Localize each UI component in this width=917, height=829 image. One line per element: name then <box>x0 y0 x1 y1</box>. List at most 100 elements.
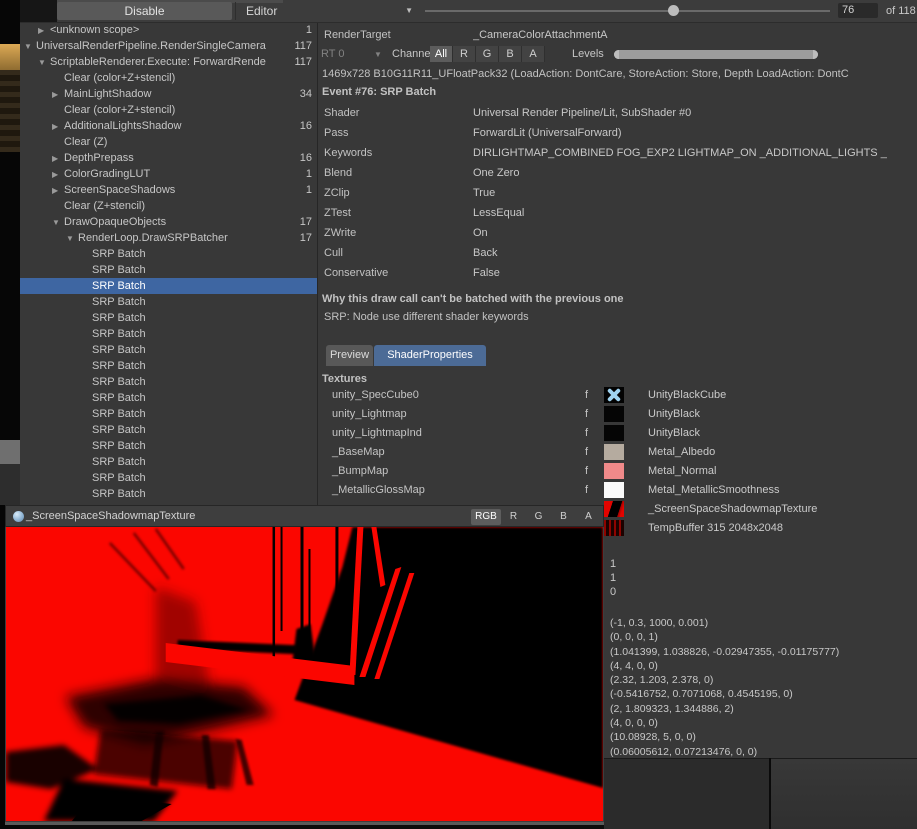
expand-arrow-icon[interactable]: ▶ <box>52 186 64 195</box>
srp-batch-row[interactable]: SRP Batch <box>20 326 317 342</box>
channel-a-button[interactable]: A <box>522 46 545 62</box>
texture-row[interactable]: _BaseMapfMetal_Albedo <box>318 443 917 462</box>
channel-b-button[interactable]: B <box>499 46 522 62</box>
texture-thumbnail[interactable] <box>604 520 624 536</box>
srp-batch-row[interactable]: SRP Batch <box>20 470 317 486</box>
preview-channel-a-button[interactable]: A <box>580 509 597 525</box>
event-slider-thumb[interactable] <box>668 5 679 16</box>
property-value: ForwardLit (UniversalForward) <box>473 123 917 143</box>
texture-thumbnail[interactable] <box>604 463 624 479</box>
texture-preview-window: _ScreenSpaceShadowmapTexture RGB R G B A <box>5 505 604 825</box>
tree-item-label: SRP Batch <box>92 312 284 324</box>
tree-row[interactable]: ▼DrawOpaqueObjects17 <box>20 214 317 230</box>
target-selector-dropdown[interactable]: Editor ▼ <box>235 2 421 20</box>
event-slider[interactable] <box>425 0 830 22</box>
tree-row[interactable]: ▶AdditionalLightsShadow16 <box>20 118 317 134</box>
channel-r-button[interactable]: R <box>453 46 476 62</box>
srp-batch-row[interactable]: SRP Batch <box>20 262 317 278</box>
textures-header: Textures <box>318 372 917 387</box>
preview-channel-g-button[interactable]: G <box>530 509 547 525</box>
levels-max-handle[interactable] <box>813 50 818 59</box>
srp-batch-row[interactable]: SRP Batch <box>20 294 317 310</box>
collapse-arrow-icon[interactable]: ▼ <box>24 42 36 51</box>
expand-arrow-icon[interactable]: ▶ <box>38 26 50 35</box>
srp-batch-row[interactable]: SRP Batch <box>20 422 317 438</box>
vector-value: (0.06005612, 0.07213476, 0, 0) <box>610 745 839 759</box>
texture-row[interactable]: unity_SpecCube0fUnityBlackCube <box>318 386 917 405</box>
texture-thumbnail[interactable] <box>604 444 624 460</box>
tab-shader-properties[interactable]: ShaderProperties <box>374 345 486 366</box>
expand-arrow-icon[interactable]: ▶ <box>52 170 64 179</box>
event-slider-track[interactable] <box>425 10 830 12</box>
tree-item-label: SRP Batch <box>92 296 284 308</box>
texture-row[interactable]: unity_LightmapfUnityBlack <box>318 405 917 424</box>
tree-row[interactable]: ▼RenderLoop.DrawSRPBatcher17 <box>20 230 317 246</box>
tree-item-label: SRP Batch <box>92 344 284 356</box>
vector-value: (-1, 0.3, 1000, 0.001) <box>610 616 839 630</box>
render-target-label: RenderTarget <box>324 28 391 43</box>
texture-row[interactable]: unity_LightmapIndfUnityBlack <box>318 424 917 443</box>
levels-range-slider[interactable] <box>614 50 818 59</box>
disable-button[interactable]: Disable <box>57 2 232 20</box>
shader-property-row: ZWriteOn <box>318 223 917 243</box>
tree-item-label: SRP Batch <box>92 440 284 452</box>
tree-row[interactable]: ▶MainLightShadow34 <box>20 86 317 102</box>
shadowmap-preview-image[interactable] <box>6 527 603 821</box>
event-number-input[interactable]: 76 <box>838 3 878 18</box>
texture-thumbnail[interactable] <box>604 501 624 517</box>
rt-index-dropdown[interactable]: RT 0 <box>321 46 344 63</box>
tree-row[interactable]: ▼UniversalRenderPipeline.RenderSingleCam… <box>20 38 317 54</box>
expand-arrow-icon[interactable]: ▶ <box>52 90 64 99</box>
srp-batch-row[interactable]: SRP Batch <box>20 438 317 454</box>
tree-row[interactable]: ▶ScreenSpaceShadows1 <box>20 182 317 198</box>
tree-row[interactable]: Clear (Z) <box>20 134 317 150</box>
tree-row[interactable]: Clear (Z+stencil) <box>20 198 317 214</box>
expand-arrow-icon[interactable]: ▶ <box>52 122 64 131</box>
tree-item-label: SRP Batch <box>92 280 284 292</box>
texture-row[interactable]: _BumpMapfMetal_Normal <box>318 462 917 481</box>
tree-row[interactable]: Clear (color+Z+stencil) <box>20 102 317 118</box>
tab-preview[interactable]: Preview <box>326 345 373 366</box>
preview-title-bar[interactable]: _ScreenSpaceShadowmapTexture RGB R G B A <box>5 505 604 527</box>
srp-batch-row[interactable]: SRP Batch <box>20 342 317 358</box>
srp-batch-row[interactable]: SRP Batch <box>20 278 317 294</box>
texture-thumbnail[interactable] <box>604 406 624 422</box>
tree-item-label: SRP Batch <box>92 472 284 484</box>
tree-row[interactable]: ▶ColorGradingLUT1 <box>20 166 317 182</box>
texture-thumbnail[interactable] <box>604 425 624 441</box>
levels-min-handle[interactable] <box>614 50 619 59</box>
texture-thumbnail[interactable] <box>604 482 624 498</box>
property-label: Blend <box>324 163 352 183</box>
collapse-arrow-icon[interactable]: ▼ <box>38 58 50 67</box>
channel-g-button[interactable]: G <box>476 46 499 62</box>
srp-batch-row[interactable]: SRP Batch <box>20 310 317 326</box>
tree-row[interactable]: ▼ScriptableRenderer.Execute: ForwardRend… <box>20 54 317 70</box>
tree-row[interactable]: ▶DepthPrepass16 <box>20 150 317 166</box>
preview-channel-r-button[interactable]: R <box>505 509 522 525</box>
texture-property-name: _BaseMap <box>332 443 385 462</box>
collapse-arrow-icon[interactable]: ▼ <box>52 218 64 227</box>
tree-row[interactable]: ▶<unknown scope>1 <box>20 22 317 38</box>
expand-arrow-icon[interactable]: ▶ <box>52 154 64 163</box>
texture-thumbnail[interactable] <box>604 387 624 403</box>
srp-batch-row[interactable]: SRP Batch <box>20 358 317 374</box>
property-label: ZTest <box>324 203 351 223</box>
tree-row[interactable]: Clear (color+Z+stencil) <box>20 70 317 86</box>
srp-batch-row[interactable]: SRP Batch <box>20 246 317 262</box>
srp-batch-row[interactable]: SRP Batch <box>20 454 317 470</box>
srp-batch-row[interactable]: SRP Batch <box>20 390 317 406</box>
srp-batch-row[interactable]: SRP Batch <box>20 486 317 502</box>
texture-row[interactable]: _MetallicGlossMapfMetal_MetallicSmoothne… <box>318 481 917 500</box>
chevron-down-icon: ▼ <box>405 2 413 20</box>
render-target-row: RenderTarget _CameraColorAttachmentA <box>318 28 917 43</box>
srp-batch-row[interactable]: SRP Batch <box>20 374 317 390</box>
vector-value: (1.041399, 1.038826, -0.02947355, -0.011… <box>610 645 839 659</box>
preview-channel-rgb-button[interactable]: RGB <box>471 509 501 525</box>
event-count: 34 <box>284 88 317 100</box>
property-value: One Zero <box>473 163 917 183</box>
render-texture-icon <box>13 511 24 522</box>
channel-all-button[interactable]: All <box>430 46 453 62</box>
preview-channel-b-button[interactable]: B <box>555 509 572 525</box>
collapse-arrow-icon[interactable]: ▼ <box>66 234 78 243</box>
srp-batch-row[interactable]: SRP Batch <box>20 406 317 422</box>
